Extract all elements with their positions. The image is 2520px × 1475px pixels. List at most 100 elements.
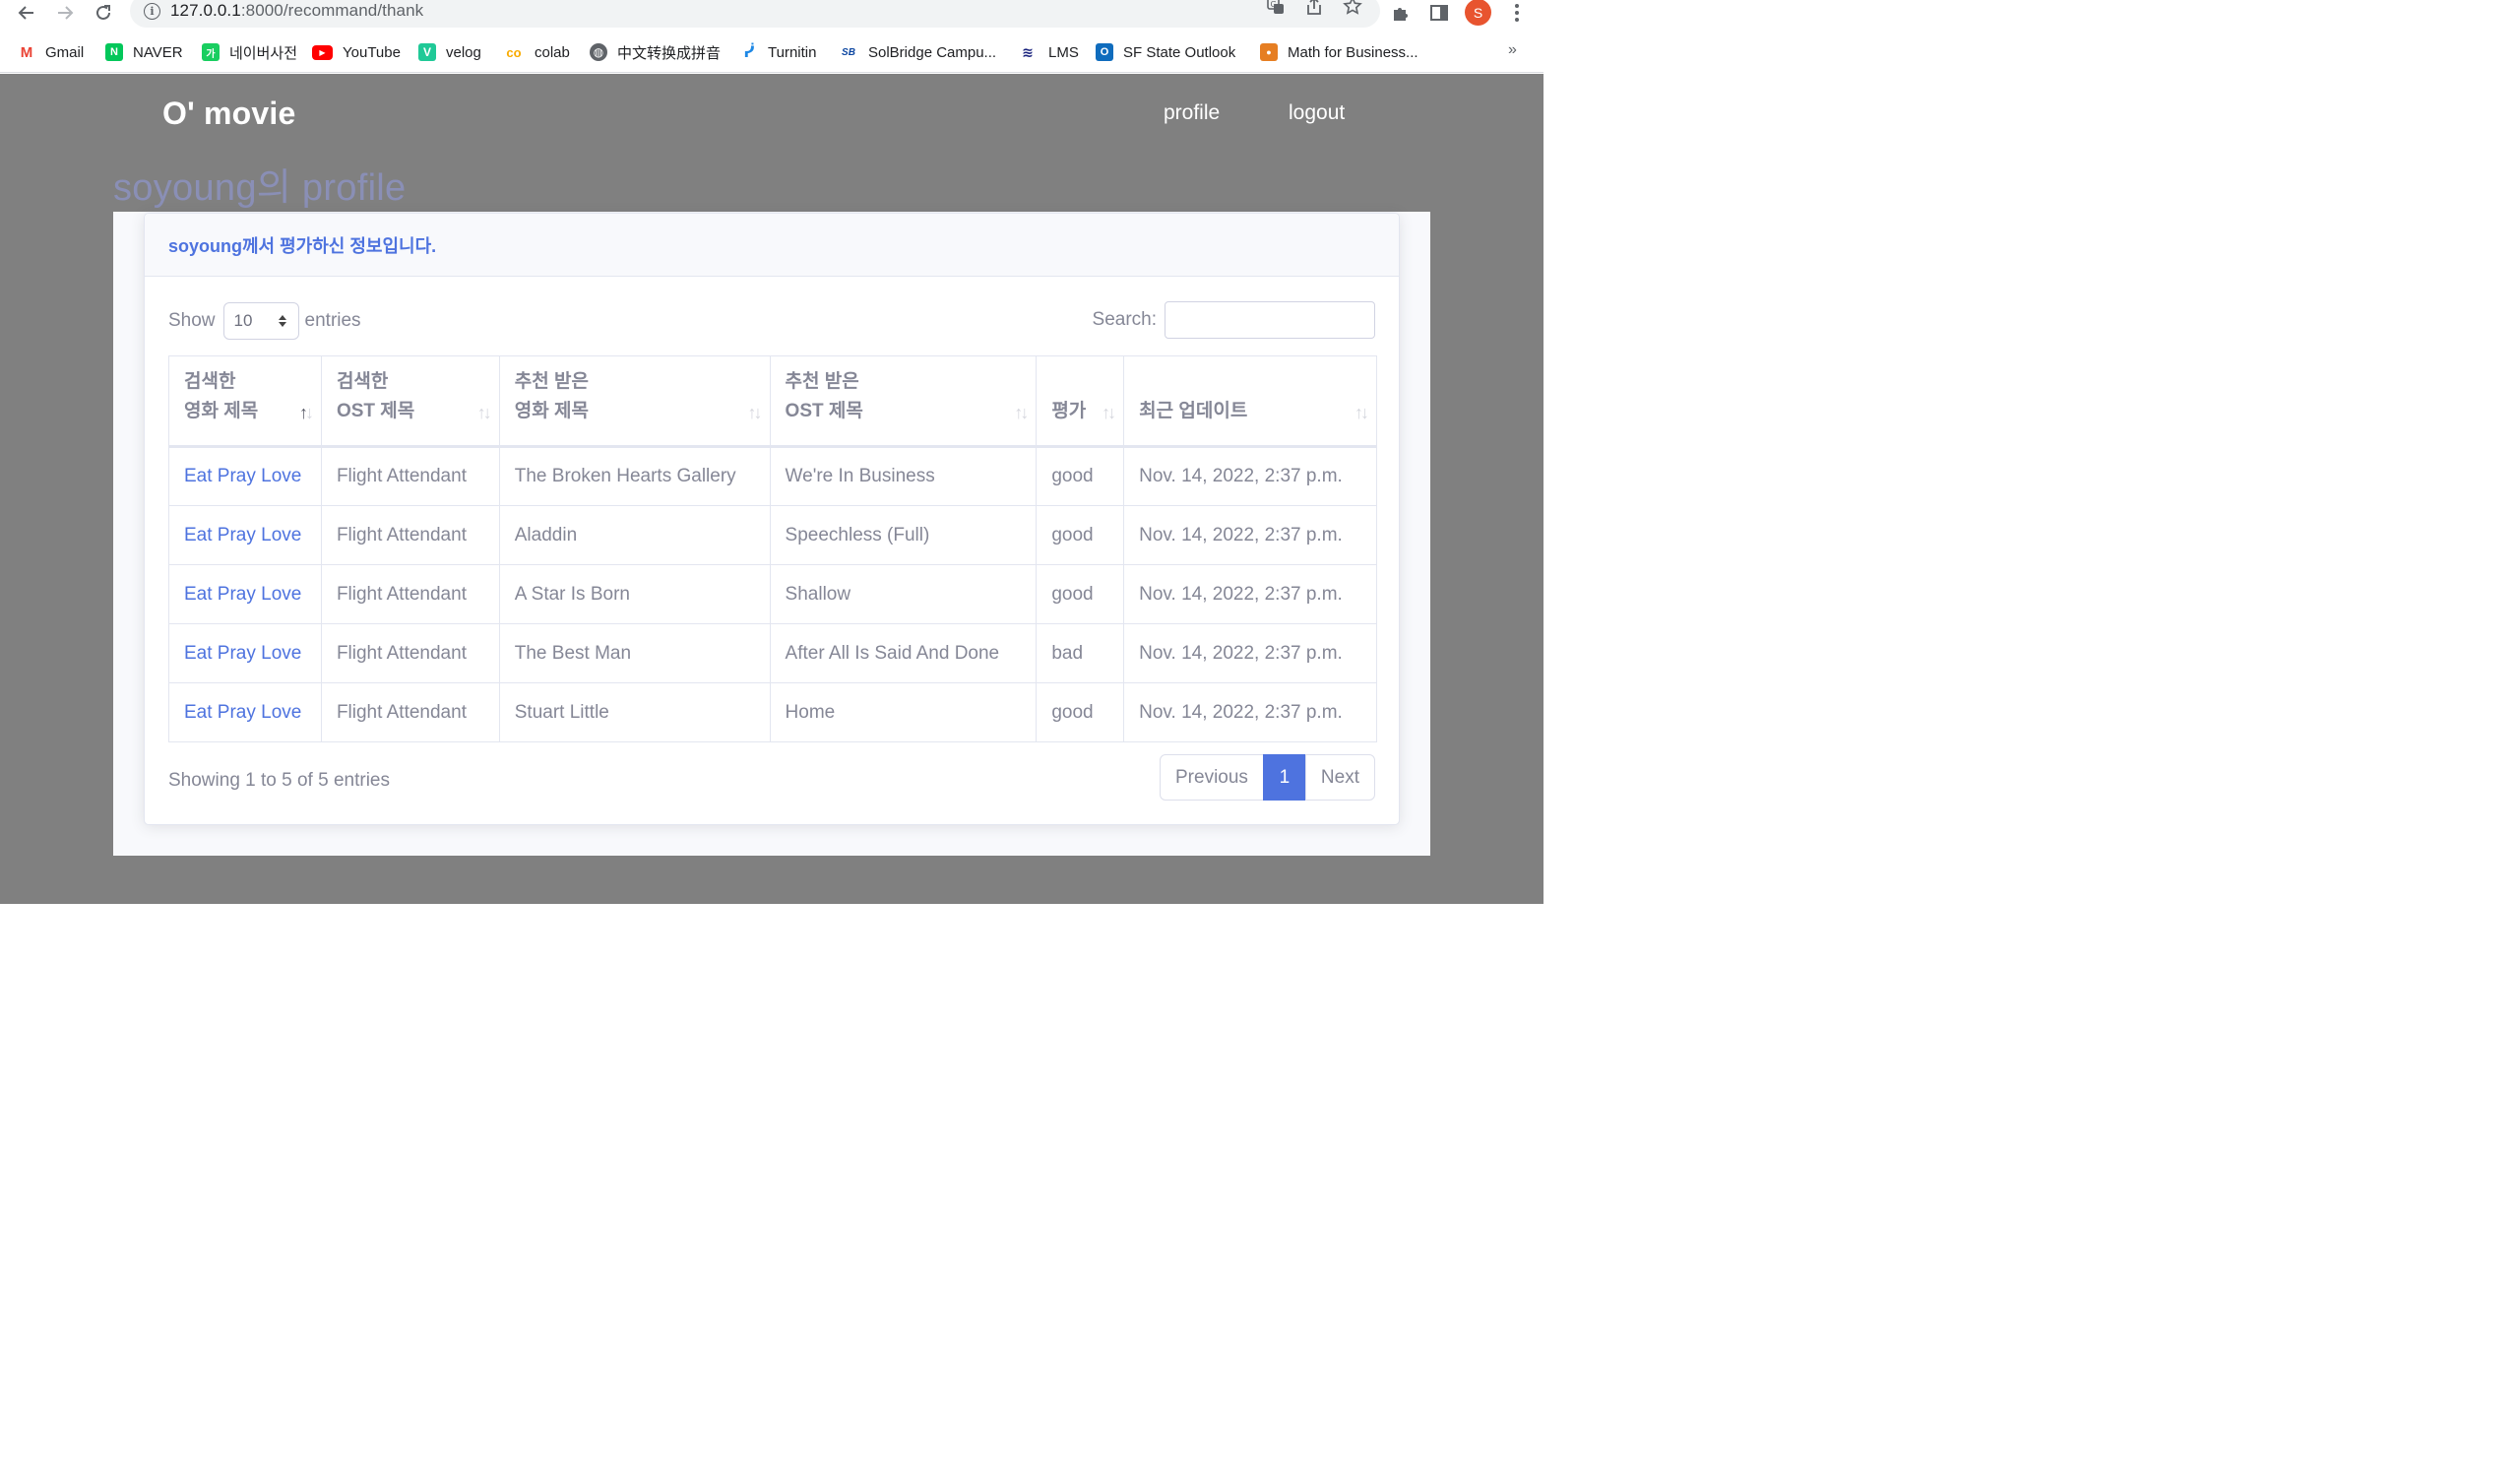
entries-select[interactable]: 10 [222, 302, 299, 340]
outlook-icon: O [1096, 43, 1113, 61]
column-header-recommended-movie[interactable]: 추천 받은 영화 제목 ↑ ↓ [498, 355, 771, 448]
movie-link[interactable]: Eat Pray Love [184, 643, 301, 664]
math-app-icon: ● [1260, 43, 1278, 61]
cell-searched-movie: Eat Pray Love [168, 446, 322, 506]
table-row: Eat Pray Love Flight Attendant Stuart Li… [168, 682, 1377, 742]
sort-ascending-icon: ↑ ↓ [298, 403, 314, 422]
address-bar[interactable]: i 127.0.0.1:8000/recommand/thank G [130, 0, 1380, 28]
page-1-button[interactable]: 1 [1262, 754, 1306, 801]
table-row: Eat Pray Love Flight Attendant Aladdin S… [168, 505, 1377, 565]
previous-page-button[interactable]: Previous [1160, 754, 1264, 801]
cell-recommended-ost: After All Is Said And Done [769, 623, 1038, 683]
entries-label: entries [304, 310, 361, 331]
table-info: Showing 1 to 5 of 5 entries [168, 770, 390, 791]
next-page-button[interactable]: Next [1304, 754, 1375, 801]
bookmark-turnitin[interactable]: ᓰ Turnitin [740, 41, 816, 63]
browser-menu-icon[interactable] [1508, 0, 1526, 26]
cell-searched-ost: Flight Attendant [320, 505, 500, 565]
turnitin-icon: ᓰ [740, 43, 758, 61]
side-panel-icon[interactable] [1426, 0, 1452, 26]
cell-recommended-movie: Aladdin [498, 505, 771, 565]
sort-icon: ↑ ↓ [476, 403, 492, 422]
cell-searched-movie: Eat Pray Love [168, 623, 322, 683]
column-header-last-updated[interactable]: 최근 업데이트 ↑ ↓ [1123, 355, 1377, 448]
more-bookmarks-chevron-icon[interactable]: » [1508, 41, 1517, 59]
select-arrows-icon [278, 315, 286, 327]
movie-link[interactable]: Eat Pray Love [184, 466, 301, 486]
column-header-rating[interactable]: 평가 ↑ ↓ [1036, 355, 1125, 448]
card-title: soyoung께서 평가하신 정보입니다. [145, 214, 1399, 277]
page-title: soyoung의 profile [113, 167, 407, 209]
solbridge-icon: SB [839, 43, 858, 61]
cell-last-updated: Nov. 14, 2022, 2:37 p.m. [1123, 623, 1377, 683]
url-text: 127.0.0.1:8000/recommand/thank [170, 1, 424, 20]
cell-rating: good [1036, 564, 1125, 624]
bookmark-gmail[interactable]: M Gmail [18, 41, 84, 63]
movie-link[interactable]: Eat Pray Love [184, 525, 301, 545]
bookmark-pinyin[interactable]: ◍ 中文转换成拼音 [590, 41, 721, 63]
bookmarks-bar: M Gmail N NAVER 가 네이버사전 ▶ YouTube V velo… [0, 28, 1544, 73]
sort-icon: ↑ ↓ [1014, 403, 1029, 422]
cell-searched-movie: Eat Pray Love [168, 682, 322, 742]
colab-icon: co [503, 43, 525, 61]
entries-length-control: Show 10 entries [168, 302, 361, 340]
nav-logout-link[interactable]: logout [1289, 101, 1345, 125]
profile-avatar[interactable]: S [1465, 0, 1491, 26]
bookmark-lms[interactable]: ≋ LMS [1017, 41, 1079, 63]
cell-recommended-ost: Home [769, 682, 1038, 742]
page-content: O' movie profile logout soyoung의 profile… [0, 74, 1544, 904]
movie-link[interactable]: Eat Pray Love [184, 584, 301, 605]
bookmark-solbridge[interactable]: SB SolBridge Campu... [839, 41, 996, 63]
cell-recommended-movie: The Broken Hearts Gallery [498, 446, 771, 506]
column-header-searched-ost[interactable]: 검색한 OST 제목 ↑ ↓ [320, 355, 500, 448]
cell-rating: good [1036, 505, 1125, 565]
cell-last-updated: Nov. 14, 2022, 2:37 p.m. [1123, 505, 1377, 565]
share-icon[interactable] [1302, 0, 1326, 18]
brand-logo[interactable]: O' movie [162, 96, 295, 132]
cell-recommended-ost: We're In Business [769, 446, 1038, 506]
movie-link[interactable]: Eat Pray Love [184, 702, 301, 723]
forward-arrow-icon[interactable] [51, 0, 79, 26]
table-row: Eat Pray Love Flight Attendant The Best … [168, 623, 1377, 683]
nav-profile-link[interactable]: profile [1164, 101, 1220, 125]
site-info-icon[interactable]: i [144, 2, 160, 20]
bookmark-star-icon[interactable] [1341, 0, 1364, 18]
bookmark-naver[interactable]: N NAVER [105, 41, 183, 63]
svg-text:G: G [1271, 0, 1277, 9]
table-row: Eat Pray Love Flight Attendant A Star Is… [168, 564, 1377, 624]
cell-recommended-movie: Stuart Little [498, 682, 771, 742]
naver-dictionary-icon: 가 [202, 43, 220, 61]
globe-icon: ◍ [590, 43, 607, 61]
sort-icon: ↑ ↓ [1354, 403, 1369, 422]
bookmark-youtube[interactable]: ▶ YouTube [312, 41, 401, 63]
cell-rating: good [1036, 446, 1125, 506]
bookmark-math-for-business[interactable]: ● Math for Business... [1260, 41, 1418, 63]
bookmark-velog[interactable]: V velog [418, 41, 481, 63]
lms-icon: ≋ [1017, 43, 1039, 61]
cell-recommended-ost: Speechless (Full) [769, 505, 1038, 565]
extensions-puzzle-icon[interactable] [1388, 0, 1414, 26]
cell-last-updated: Nov. 14, 2022, 2:37 p.m. [1123, 446, 1377, 506]
cell-recommended-movie: The Best Man [498, 623, 771, 683]
search-label: Search: [1092, 309, 1157, 330]
cell-last-updated: Nov. 14, 2022, 2:37 p.m. [1123, 564, 1377, 624]
cell-rating: bad [1036, 623, 1125, 683]
content-panel: soyoung께서 평가하신 정보입니다. Show 10 entries Se… [113, 212, 1430, 856]
cell-rating: good [1036, 682, 1125, 742]
search-input[interactable] [1165, 301, 1375, 339]
youtube-icon: ▶ [312, 44, 333, 60]
cell-searched-ost: Flight Attendant [320, 446, 500, 506]
cell-recommended-movie: A Star Is Born [498, 564, 771, 624]
column-header-recommended-ost[interactable]: 추천 받은 OST 제목 ↑ ↓ [769, 355, 1038, 448]
ratings-table: 검색한 영화 제목 ↑ ↓ 검색한 OST 제목 ↑ ↓ 추천 받은 영화 제목 ↑ ↓ [168, 355, 1377, 742]
bookmark-colab[interactable]: co colab [503, 41, 570, 63]
translate-icon[interactable]: G [1264, 0, 1288, 18]
sort-icon: ↑ ↓ [747, 403, 763, 422]
table-row: Eat Pray Love Flight Attendant The Broke… [168, 446, 1377, 506]
reload-icon[interactable] [90, 0, 117, 26]
bookmark-outlook[interactable]: O SF State Outlook [1096, 41, 1235, 63]
velog-icon: V [418, 43, 436, 61]
bookmark-naver-dictionary[interactable]: 가 네이버사전 [202, 41, 297, 63]
column-header-searched-movie[interactable]: 검색한 영화 제목 ↑ ↓ [168, 355, 322, 448]
back-arrow-icon[interactable] [13, 0, 40, 26]
